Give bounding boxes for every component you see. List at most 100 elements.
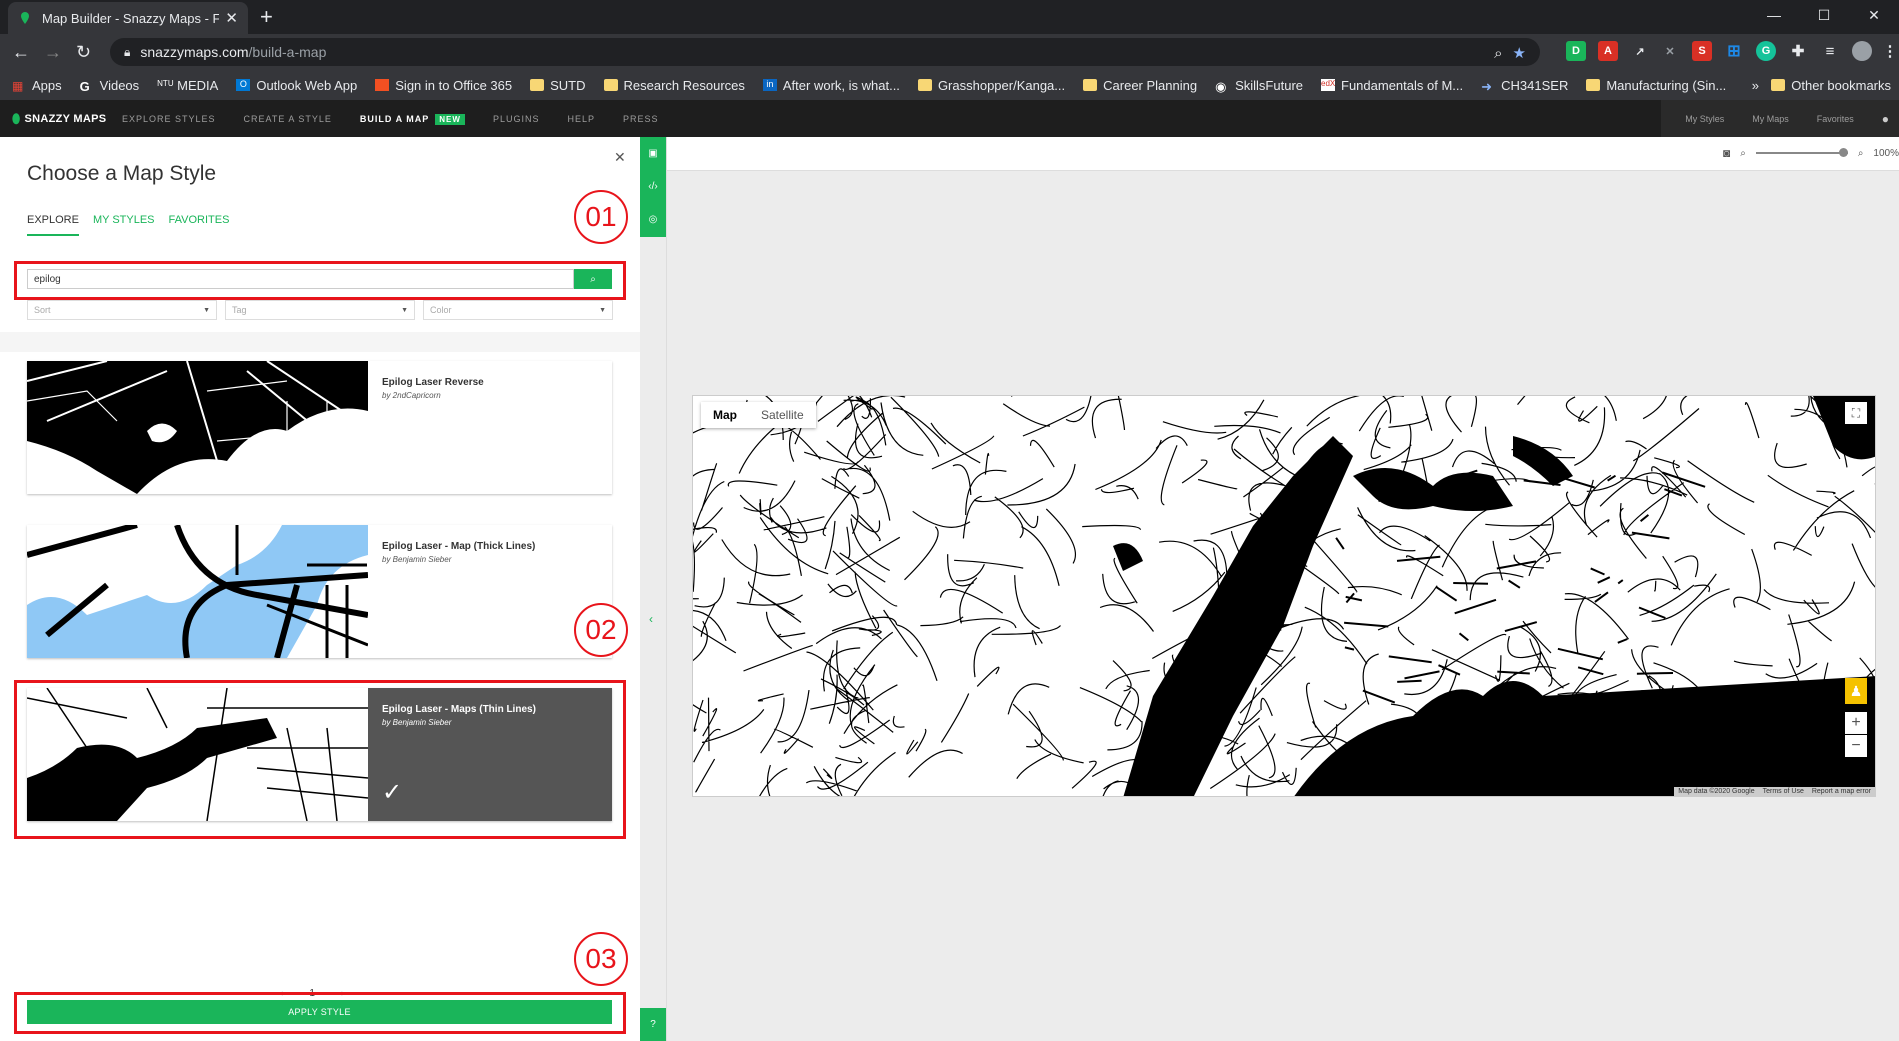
report-error-link[interactable]: Report a map error <box>1812 788 1871 795</box>
media-queue-icon[interactable]: ≡ <box>1820 41 1840 61</box>
bookmark-label: Outlook Web App <box>256 77 358 93</box>
chevron-down-icon: ▼ <box>401 306 408 314</box>
style-author[interactable]: by Benjamin Sieber <box>382 555 598 564</box>
terms-link[interactable]: Terms of Use <box>1763 788 1804 795</box>
tag-select[interactable]: Tag ▼ <box>225 300 415 320</box>
nav-favorites[interactable]: Favorites <box>1817 114 1854 124</box>
bookmark-item[interactable]: Research Resources <box>603 78 745 93</box>
location-icon[interactable]: ◎ <box>640 203 666 236</box>
code-icon[interactable]: ‹/› <box>640 170 666 203</box>
zoom-lens-icon[interactable]: ⌕ <box>1494 45 1502 62</box>
menu-dots-icon[interactable]: ⋮ <box>1880 41 1899 61</box>
map-zoom-out-icon[interactable]: − <box>1845 735 1867 757</box>
bookmark-item[interactable]: Manufacturing (Sin... <box>1586 78 1726 93</box>
save-icon[interactable]: ▣ <box>640 137 666 170</box>
extension-x-icon[interactable]: ✕ <box>1660 41 1680 61</box>
extension-s-icon[interactable]: S <box>1692 41 1712 61</box>
bookmark-item[interactable]: ▦ Apps <box>12 78 62 94</box>
site-nav: ⬮ SNAZZY MAPS EXPLORE STYLES CREATE A ST… <box>0 100 1899 137</box>
tab-my-styles[interactable]: MY STYLES <box>93 214 155 236</box>
screenshot-icon[interactable]: ◙ <box>1723 146 1730 160</box>
zoom-out-icon[interactable]: ⌕ <box>1740 148 1746 159</box>
side-toolbar: ▣ ‹/› ◎ <box>640 137 666 237</box>
bookmark-item[interactable]: SUTD <box>530 78 586 93</box>
browser-tab-strip: Map Builder - Snazzy Maps - Free ✕ + — ☐… <box>0 0 1899 34</box>
bookmark-item[interactable]: in After work, is what... <box>762 78 900 93</box>
style-card-epilog-laser-reverse[interactable]: Epilog Laser Reverse by 2ndCapricorn <box>27 361 612 494</box>
map-type-control: Map Satellite <box>701 402 816 428</box>
sort-select[interactable]: Sort ▼ <box>27 300 217 320</box>
nav-my-maps[interactable]: My Maps <box>1752 114 1789 124</box>
bookmark-item[interactable]: NTU MEDIA <box>157 78 218 93</box>
bookmark-item[interactable]: O Outlook Web App <box>236 78 357 93</box>
bookmark-item[interactable]: edX Fundamentals of M... <box>1321 78 1463 93</box>
style-card-epilog-laser-thick[interactable]: Epilog Laser - Map (Thick Lines) by Benj… <box>27 525 612 658</box>
fullscreen-icon[interactable]: ⛶ <box>1845 402 1867 424</box>
style-name[interactable]: Epilog Laser - Map (Thick Lines) <box>382 541 598 552</box>
url-path: /build-a-map <box>248 44 327 60</box>
close-window-icon[interactable]: ✕ <box>1849 0 1899 30</box>
page-title: Choose a Map Style <box>27 162 217 185</box>
nav-press[interactable]: PRESS <box>623 114 659 124</box>
close-tab-icon[interactable]: ✕ <box>225 9 238 27</box>
extensions-puzzle-icon[interactable]: ✚ <box>1788 41 1808 61</box>
style-name[interactable]: Epilog Laser Reverse <box>382 377 598 388</box>
pegman-icon[interactable]: ♟ <box>1845 678 1867 704</box>
zoom-slider-handle[interactable] <box>1838 148 1848 157</box>
bookmark-item[interactable]: Career Planning <box>1083 78 1197 93</box>
profile-avatar[interactable] <box>1852 41 1872 61</box>
globe-icon: ◉ <box>1215 79 1227 94</box>
address-bar-row: ← → ↻ 🔒︎ snazzymaps.com/build-a-map ⌕ ★ … <box>0 34 1899 70</box>
bookmark-item[interactable]: Sign in to Office 365 <box>375 78 512 93</box>
nav-create-a-style[interactable]: CREATE A STYLE <box>244 114 332 124</box>
minimize-icon[interactable]: — <box>1749 0 1799 30</box>
reload-icon[interactable]: ↻ <box>76 42 91 63</box>
style-author[interactable]: by 2ndCapricorn <box>382 391 598 400</box>
map-zoom-in-icon[interactable]: + <box>1845 712 1867 734</box>
other-bookmarks[interactable]: Other bookmarks <box>1771 78 1891 93</box>
collapse-panel-icon[interactable]: ‹ <box>649 612 653 626</box>
back-icon[interactable]: ← <box>12 42 30 63</box>
maximize-icon[interactable]: ☐ <box>1799 0 1849 30</box>
tab-explore[interactable]: EXPLORE <box>27 214 79 236</box>
forward-icon[interactable]: → <box>44 42 62 63</box>
extension-d-icon[interactable]: D <box>1566 41 1586 61</box>
grammarly-icon[interactable]: G <box>1756 41 1776 61</box>
bookmark-item[interactable]: ◉ SkillsFuture <box>1215 78 1303 95</box>
bookmark-label: MEDIA <box>177 77 219 93</box>
folder-icon <box>1586 79 1601 91</box>
map-data-credit: Map data ©2020 Google <box>1678 788 1755 795</box>
nav-my-styles[interactable]: My Styles <box>1685 114 1724 124</box>
window-controls: — ☐ ✕ <box>1749 0 1899 30</box>
user-icon[interactable]: ● <box>1882 112 1889 126</box>
nav-plugins[interactable]: PLUGINS <box>493 114 540 124</box>
lock-icon: 🔒︎ <box>124 44 131 59</box>
new-tab-icon[interactable]: + <box>260 4 273 30</box>
url-field[interactable]: 🔒︎ snazzymaps.com/build-a-map ⌕ ★ <box>110 38 1540 66</box>
site-logo[interactable]: ⬮ SNAZZY MAPS <box>0 111 122 127</box>
divider <box>0 332 640 352</box>
map-type-map[interactable]: Map <box>701 402 749 428</box>
color-select[interactable]: Color ▼ <box>423 300 613 320</box>
bookmark-item[interactable]: Grasshopper/Kanga... <box>917 78 1065 93</box>
browser-tab[interactable]: Map Builder - Snazzy Maps - Free ✕ <box>8 2 248 34</box>
close-icon[interactable]: ✕ <box>614 149 626 166</box>
extension-arrow-icon[interactable]: ↗ <box>1630 41 1650 61</box>
more-bookmarks-icon[interactable]: » <box>1752 78 1759 93</box>
nav-explore-styles[interactable]: EXPLORE STYLES <box>122 114 216 124</box>
bookmark-star-icon[interactable]: ★ <box>1513 44 1526 62</box>
bookmark-item[interactable]: G Videos <box>80 78 140 95</box>
link-icon: ➜ <box>1481 79 1493 94</box>
help-icon[interactable]: ? <box>640 1008 666 1041</box>
bookmark-item[interactable]: ➜ CH341SER <box>1481 78 1568 95</box>
zoom-slider[interactable] <box>1755 148 1848 157</box>
map-canvas[interactable]: Map Satellite ⛶ ♟ + − Map data ©2020 Goo… <box>692 395 1876 797</box>
pdf-extension-icon[interactable]: A <box>1598 41 1618 61</box>
annotation-box-apply <box>14 992 626 1034</box>
tab-favorites[interactable]: FAVORITES <box>169 214 230 236</box>
nav-help[interactable]: HELP <box>567 114 595 124</box>
zoom-in-icon[interactable]: ⌕ <box>1858 148 1864 159</box>
nav-build-a-map[interactable]: BUILD A MAP NEW <box>360 113 465 125</box>
windows-icon[interactable]: ⊞ <box>1724 41 1744 61</box>
map-type-satellite[interactable]: Satellite <box>749 402 816 428</box>
